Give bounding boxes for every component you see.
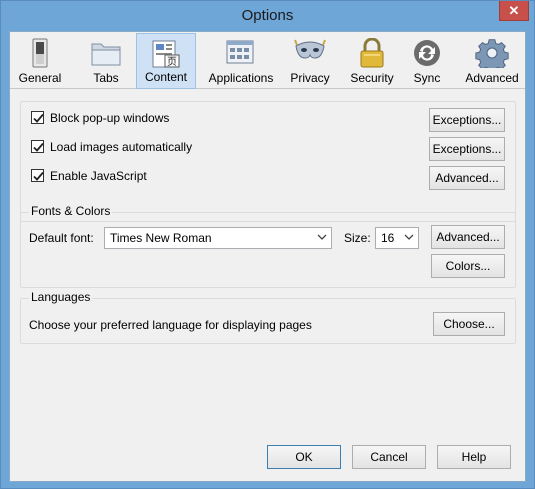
padlock-icon xyxy=(360,38,384,68)
default-font-select[interactable]: Times New Roman xyxy=(104,227,332,249)
tab-content[interactable]: 页 Content xyxy=(136,33,196,89)
applications-icon xyxy=(226,40,254,64)
load-images-label: Load images automatically xyxy=(50,140,193,154)
svg-text:页: 页 xyxy=(167,56,177,68)
enable-javascript-checkbox[interactable] xyxy=(31,169,44,182)
default-font-label: Default font: xyxy=(29,231,94,245)
window-title: Options xyxy=(241,7,294,24)
block-popups-label: Block pop-up windows xyxy=(50,111,170,125)
preferences-toolbar: General Tabs 页 Content Applications Priv… xyxy=(10,32,525,89)
gear-icon xyxy=(475,39,509,68)
checkmark-icon xyxy=(33,142,44,152)
colors-button[interactable]: Colors... xyxy=(431,254,505,278)
content-page-icon: 页 xyxy=(152,40,180,68)
tab-applications[interactable]: Applications xyxy=(203,33,279,89)
fonts-advanced-button[interactable]: Advanced... xyxy=(431,225,505,249)
tab-tabs[interactable]: Tabs xyxy=(73,33,139,89)
tab-label: Tabs xyxy=(93,71,119,85)
default-font-value: Times New Roman xyxy=(110,231,212,245)
tab-label: Content xyxy=(144,70,188,84)
switch-icon xyxy=(32,38,48,68)
group-title: Fonts & Colors xyxy=(29,204,113,218)
tab-label: Sync xyxy=(413,71,441,85)
ok-button[interactable]: OK xyxy=(267,445,341,469)
chevron-down-icon xyxy=(317,234,327,240)
title-bar: Options ✕ xyxy=(1,1,534,31)
tab-security[interactable]: Security xyxy=(343,33,401,89)
javascript-advanced-button[interactable]: Advanced... xyxy=(429,166,505,190)
languages-group: Languages Choose your preferred language… xyxy=(20,290,516,344)
close-icon: ✕ xyxy=(508,3,520,18)
font-size-label: Size: xyxy=(344,231,371,245)
tab-sync[interactable]: Sync xyxy=(407,33,447,89)
tab-label: General xyxy=(18,71,62,85)
popup-exceptions-button[interactable]: Exceptions... xyxy=(429,108,505,132)
tab-general[interactable]: General xyxy=(11,33,69,89)
mask-icon xyxy=(294,39,326,59)
choose-language-button[interactable]: Choose... xyxy=(433,312,505,336)
dialog-body: General Tabs 页 Content Applications Priv… xyxy=(9,31,526,482)
font-size-select[interactable]: 16 xyxy=(375,227,419,249)
options-window: Options ✕ General Tabs 页 Content Applica… xyxy=(0,0,535,489)
sync-icon xyxy=(414,40,440,66)
checkmark-icon xyxy=(33,171,44,181)
tab-label: Security xyxy=(350,71,394,85)
fonts-colors-group: Fonts & Colors Default font: Times New R… xyxy=(20,204,516,288)
tab-label: Advanced xyxy=(465,71,519,85)
language-description: Choose your preferred language for displ… xyxy=(29,318,312,332)
tab-privacy[interactable]: Privacy xyxy=(285,33,335,89)
close-button[interactable]: ✕ xyxy=(499,1,529,21)
enable-javascript-label: Enable JavaScript xyxy=(50,169,147,183)
folder-tabs-icon xyxy=(91,43,121,66)
cancel-button[interactable]: Cancel xyxy=(352,445,426,469)
chevron-down-icon xyxy=(404,234,414,240)
group-title: Languages xyxy=(29,290,93,304)
tab-advanced[interactable]: Advanced xyxy=(462,33,522,89)
tab-label: Privacy xyxy=(290,71,330,85)
font-size-value: 16 xyxy=(381,231,395,245)
checkmark-icon xyxy=(33,113,44,123)
load-images-checkbox[interactable] xyxy=(31,140,44,153)
help-button[interactable]: Help xyxy=(437,445,511,469)
block-popups-checkbox[interactable] xyxy=(31,111,44,124)
images-exceptions-button[interactable]: Exceptions... xyxy=(429,137,505,161)
tab-label: Applications xyxy=(208,71,274,85)
